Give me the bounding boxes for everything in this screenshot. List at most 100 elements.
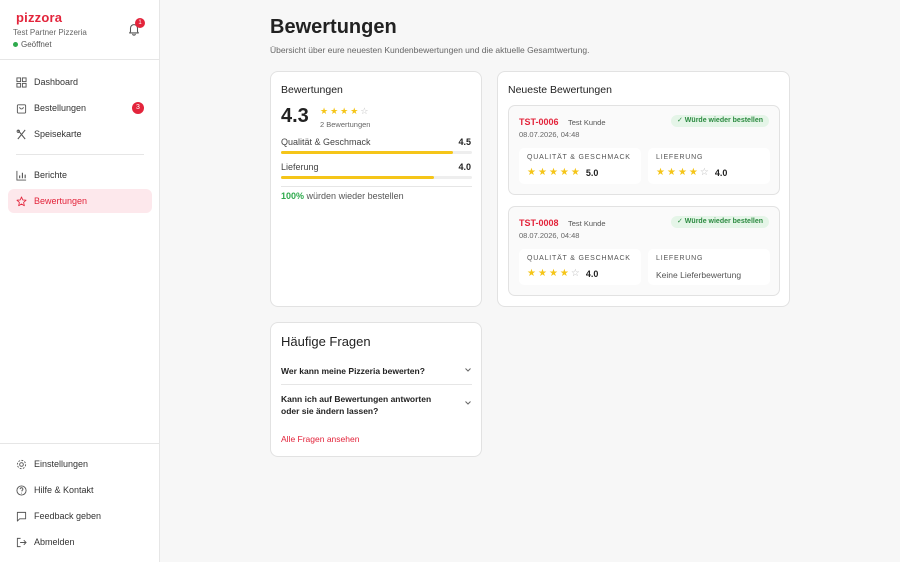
faq-question[interactable]: Wer kann meine Pizzeria bewerten? — [281, 365, 472, 377]
rating-value: 5.0 — [585, 168, 599, 178]
metric-label: Qualität & Geschmack — [281, 137, 371, 147]
faq-question-text: Kann ich auf Bewertungen antworten oder … — [281, 394, 432, 416]
star-filled-icon: ★ — [527, 268, 536, 279]
star-icon — [16, 196, 27, 206]
status-label: Geöffnet — [21, 40, 52, 49]
sidebar-item-abmelden[interactable]: Abmelden — [8, 530, 152, 554]
bar-chart-icon — [16, 170, 27, 181]
divider — [281, 186, 472, 187]
rating-value: 4.0 — [585, 269, 599, 279]
faq-title: Häufige Fragen — [281, 334, 371, 349]
faq-question[interactable]: Kann ich auf Bewertungen antworten oder … — [281, 393, 472, 417]
orders-count-badge: 3 — [132, 102, 144, 114]
rating-summary-card: Bewertungen 4.3 ★ ★ ★ ★ ☆ 2 Bewertungen Qual… — [270, 71, 482, 307]
sidebar-item-label: Abmelden — [34, 537, 75, 547]
star-filled-icon: ★ — [677, 167, 687, 178]
progress-fill — [281, 151, 453, 154]
rating-label: QUALITÄT & GESCHMACK — [527, 154, 631, 161]
sidebar-item-bestellungen[interactable]: Bestellungen 3 — [8, 96, 152, 120]
star-filled-icon: ★ — [666, 167, 676, 178]
sidebar-item-label: Bewertungen — [34, 196, 88, 206]
brand: pizzora Test Partner Pizzeria Geöffnet — [13, 11, 87, 49]
star-filled-icon: ★ — [548, 167, 558, 178]
logo[interactable]: pizzora — [13, 11, 87, 25]
quality-progress-bar — [281, 151, 472, 154]
rating-stars: ★ ★ ★ ★ ☆ — [527, 269, 580, 279]
faq-question-text: Wer kann meine Pizzeria bewerten? — [281, 366, 425, 376]
review-count: 2 Bewertungen — [320, 120, 371, 129]
recent-reviews-card: Neueste Bewertungen TST-0006 Test Kunde … — [497, 71, 790, 307]
recommend-text: würden wieder bestellen — [306, 191, 404, 201]
dashboard-icon — [16, 76, 27, 88]
faq-card: Häufige Fragen Wer kann meine Pizzeria b… — [270, 322, 482, 457]
sidebar-divider — [0, 443, 160, 444]
no-delivery-rating: Keine Lieferbewertung — [656, 270, 742, 280]
star-filled-icon: ★ — [350, 106, 359, 116]
nav-separator — [16, 154, 144, 155]
card-heading: Bewertungen — [281, 84, 343, 96]
rating-row: ★ ★ ★ ★ ☆ 4.0 — [527, 269, 599, 280]
rating-label: LIEFERUNG — [656, 154, 704, 161]
all-faq-link[interactable]: Alle Fragen ansehen — [281, 434, 359, 444]
star-empty-icon: ☆ — [360, 106, 369, 116]
shopping-bag-icon — [16, 103, 27, 114]
overall-stars: ★ ★ ★ ★ ☆ — [320, 106, 368, 116]
reorder-badge: ✓ Würde wieder bestellen — [671, 216, 769, 228]
help-icon — [16, 484, 27, 496]
quality-rating-box: QUALITÄT & GESCHMACK ★ ★ ★ ★ ☆ 4.0 — [519, 249, 641, 285]
sidebar-item-label: Hilfe & Kontakt — [34, 485, 94, 495]
sidebar-item-label: Speisekarte — [34, 129, 82, 139]
status-dot-icon — [13, 42, 18, 47]
sidebar-item-feedback[interactable]: Feedback geben — [8, 504, 152, 528]
review-item[interactable]: TST-0006 Test Kunde 08.07.2026, 04:48 ✓ … — [508, 105, 780, 195]
delivery-rating-box: LIEFERUNG Keine Lieferbewertung — [648, 249, 770, 285]
sidebar-item-label: Einstellungen — [34, 459, 89, 469]
sidebar-divider — [0, 59, 160, 60]
rating-label: LIEFERUNG — [656, 255, 704, 262]
gear-icon — [16, 459, 27, 469]
star-filled-icon: ★ — [340, 106, 349, 116]
review-date: 08.07.2026, 04:48 — [519, 231, 580, 240]
star-filled-icon: ★ — [330, 106, 339, 116]
star-filled-icon: ★ — [656, 167, 665, 178]
sidebar-item-speisekarte[interactable]: Speisekarte — [8, 122, 152, 146]
star-filled-icon: ★ — [527, 167, 536, 178]
sidebar: pizzora Test Partner Pizzeria Geöffnet 1… — [0, 0, 160, 562]
rating-value: 4.0 — [714, 168, 728, 178]
review-order-id[interactable]: TST-0006 — [519, 117, 559, 127]
review-customer: Test Kunde — [568, 118, 606, 127]
sidebar-item-einstellungen[interactable]: Einstellungen — [8, 452, 152, 476]
partner-name: Test Partner Pizzeria — [13, 28, 87, 37]
page-title: Bewertungen — [270, 16, 397, 38]
quality-rating-box: QUALITÄT & GESCHMACK ★ ★ ★ ★ ★ 5.0 — [519, 148, 641, 184]
sidebar-item-dashboard[interactable]: Dashboard — [8, 70, 152, 94]
star-filled-icon: ★ — [537, 167, 547, 178]
delivery-rating-box: LIEFERUNG ★ ★ ★ ★ ☆ 4.0 — [648, 148, 770, 184]
sidebar-item-label: Dashboard — [34, 77, 79, 87]
sidebar-item-bewertungen[interactable]: Bewertungen — [8, 189, 152, 213]
reorder-badge: ✓ Würde wieder bestellen — [671, 115, 769, 127]
star-empty-icon: ☆ — [570, 268, 580, 279]
progress-fill — [281, 176, 434, 179]
metric-label: Lieferung — [281, 162, 319, 172]
delivery-progress-bar — [281, 176, 472, 179]
sidebar-item-label: Feedback geben — [34, 511, 102, 521]
star-filled-icon: ★ — [559, 268, 569, 279]
rating-label: QUALITÄT & GESCHMACK — [527, 255, 631, 262]
divider — [281, 384, 472, 385]
chevron-down-icon — [465, 401, 471, 405]
star-empty-icon: ☆ — [699, 167, 709, 178]
review-order-id[interactable]: TST-0008 — [519, 218, 559, 228]
star-filled-icon: ★ — [688, 167, 698, 178]
metric-value: 4.5 — [458, 137, 471, 147]
rating-stars: ★ ★ ★ ★ ☆ — [656, 168, 709, 178]
star-filled-icon: ★ — [559, 167, 569, 178]
star-filled-icon: ★ — [537, 268, 547, 279]
star-filled-icon: ★ — [570, 167, 580, 178]
card-heading: Neueste Bewertungen — [508, 84, 612, 96]
review-customer: Test Kunde — [568, 219, 606, 228]
review-item[interactable]: TST-0008 Test Kunde 08.07.2026, 04:48 ✓ … — [508, 206, 780, 296]
rating-row: ★ ★ ★ ★ ★ 5.0 — [527, 167, 599, 179]
sidebar-item-hilfe[interactable]: Hilfe & Kontakt — [8, 478, 152, 502]
sidebar-item-berichte[interactable]: Berichte — [8, 163, 152, 187]
